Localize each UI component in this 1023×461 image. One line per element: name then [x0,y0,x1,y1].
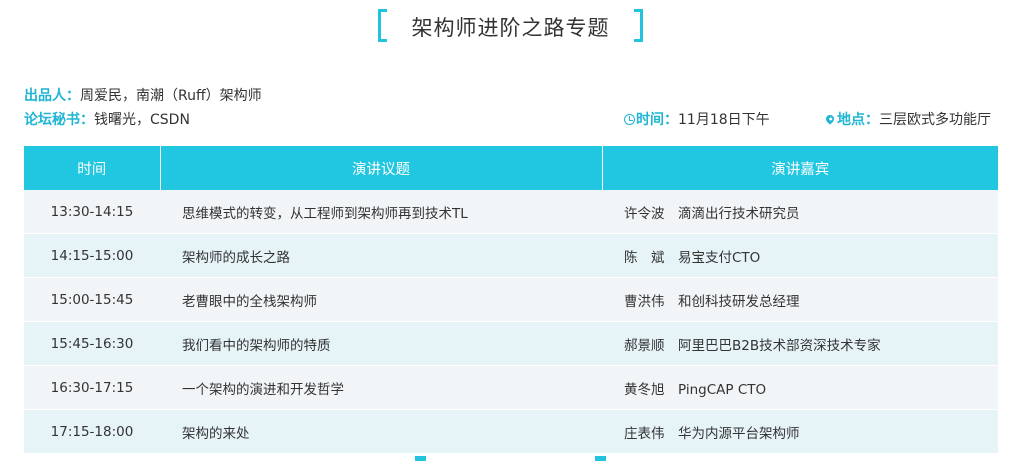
session-time: 13:30-14:15 [24,190,160,234]
speaker-title: 易宝支付CTO [678,249,761,266]
next-section-left-bracket [415,456,426,461]
table-row: 15:45-16:30 我们看中的架构师的特质 郝景顺 阿里巴巴B2B技术部资深技… [24,321,998,366]
session-topic: 思维模式的转变，从工程师到架构师再到技术TL [160,190,602,234]
speaker-title: PingCAP CTO [678,381,767,398]
session-speaker: 黄冬旭 PingCAP CTO [602,365,998,410]
session-speaker: 曹洪伟 和创科技研发总经理 [602,277,998,322]
secretary-label: 论坛秘书： [24,112,94,128]
session-topic: 老曹眼中的全栈架构师 [160,277,602,322]
table-row: 13:30-14:15 思维模式的转变，从工程师到架构师再到技术TL 许令波 滴滴… [24,190,998,234]
speaker-name: 许令波 [624,205,665,222]
speaker-name: 郝景顺 [624,337,665,354]
producer-info: 出品人：周爱民，南潮（Ruff）架构师 [24,85,262,105]
secretary-info: 论坛秘书：钱曙光，CSDN [24,109,190,129]
place-info: 地点：三层欧式多功能厅 [824,109,991,129]
session-topic: 架构的来处 [160,409,602,454]
section-title-block: 架构师进阶之路专题 [378,9,643,42]
session-speaker: 许令波 滴滴出行技术研究员 [602,190,998,234]
title-right-bracket [634,9,643,42]
speaker-title: 华为内源平台架构师 [678,425,800,442]
speaker-name: 庄表伟 [624,425,665,442]
session-time: 14:15-15:00 [24,233,160,278]
header-topic: 演讲议题 [160,146,603,190]
place-value: 三层欧式多功能厅 [879,112,991,128]
session-time: 16:30-17:15 [24,365,160,410]
clock-icon [624,114,635,125]
place-label: 地点： [837,112,879,128]
session-topic: 架构师的成长之路 [160,233,602,278]
time-info: 时间：11月18日下午 [624,109,770,129]
table-row: 16:30-17:15 一个架构的演进和开发哲学 黄冬旭 PingCAP CTO [24,365,998,410]
header-speaker: 演讲嘉宾 [602,146,998,190]
session-topic: 我们看中的架构师的特质 [160,321,602,366]
session-speaker: 庄表伟 华为内源平台架构师 [602,409,998,454]
secretary-value: 钱曙光，CSDN [94,112,190,128]
session-time: 15:45-16:30 [24,321,160,366]
session-time: 15:00-15:45 [24,277,160,322]
session-topic: 一个架构的演进和开发哲学 [160,365,602,410]
time-label: 时间： [636,112,678,128]
map-pin-icon [824,113,836,125]
speaker-name: 陈 斌 [624,249,665,266]
schedule-table: 时间 演讲议题 演讲嘉宾 13:30-14:15 思维模式的转变，从工程师到架构… [24,146,998,454]
session-speaker: 陈 斌易宝支付CTO [602,233,998,278]
speaker-title: 阿里巴巴B2B技术部资深技术专家 [678,337,881,354]
table-row: 15:00-15:45 老曹眼中的全栈架构师 曹洪伟 和创科技研发总经理 [24,277,998,322]
page-title: 架构师进阶之路专题 [411,16,610,40]
speaker-title: 和创科技研发总经理 [678,293,800,310]
table-row: 14:15-15:00 架构师的成长之路 陈 斌易宝支付CTO [24,233,998,278]
session-time: 17:15-18:00 [24,409,160,454]
speaker-name: 黄冬旭 [624,381,665,398]
producer-value: 周爱民，南潮（Ruff）架构师 [80,88,262,104]
speaker-title: 滴滴出行技术研究员 [678,205,800,222]
header-time: 时间 [24,146,161,190]
session-speaker: 郝景顺 阿里巴巴B2B技术部资深技术专家 [602,321,998,366]
table-header-row: 时间 演讲议题 演讲嘉宾 [24,146,998,190]
time-value: 11月18日下午 [678,112,770,128]
speaker-name: 曹洪伟 [624,293,665,310]
table-row: 17:15-18:00 架构的来处 庄表伟 华为内源平台架构师 [24,409,998,454]
producer-label: 出品人： [24,88,80,104]
next-section-right-bracket [595,456,606,461]
